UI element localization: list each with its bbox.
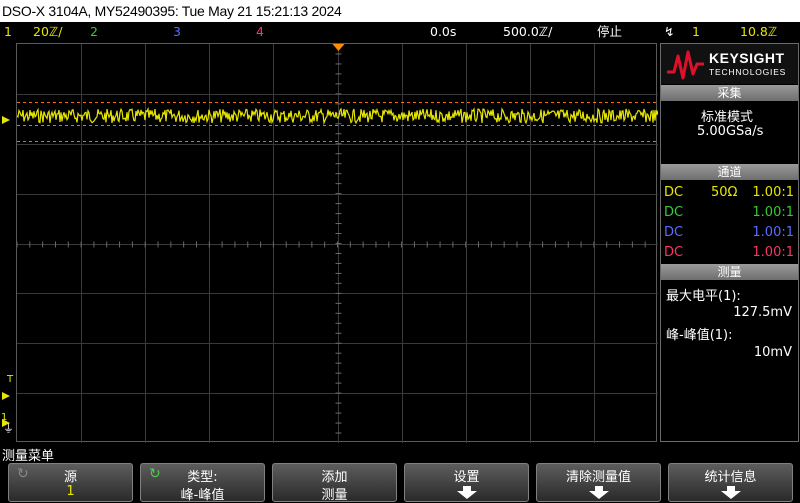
waveform-display[interactable] — [16, 43, 658, 443]
down-arrow-icon — [720, 486, 741, 499]
trigger-level-marker — [2, 392, 10, 400]
softkey-add-measurement[interactable]: 添加 测量 — [272, 463, 397, 503]
left-markers: T 1 ⏚ — [0, 40, 16, 444]
softkey-label: 清除测量值 — [565, 470, 631, 485]
channel-1-probe: 1.00:1 — [752, 185, 794, 200]
ch1-waveform-trace — [17, 106, 658, 125]
ch1-scale[interactable]: 20ℤ/ — [33, 22, 62, 41]
ch2-number[interactable]: 2 — [90, 22, 98, 41]
trigger-level[interactable]: 10.8ℤ — [740, 22, 777, 41]
channel-2-probe: 1.00:1 — [752, 205, 794, 220]
side-panel: KEYSIGHT TECHNOLOGIES 采集 标准模式 5.00GSa/s … — [660, 43, 799, 442]
measure-1-value: 127.5mV — [733, 305, 792, 320]
keysight-logo: KEYSIGHT TECHNOLOGIES — [661, 44, 798, 84]
logo-subtext: TECHNOLOGIES — [709, 67, 787, 77]
softkey-source[interactable]: 源 1 ↻ — [8, 463, 133, 502]
measure-2-label: 峰-峰值(1): — [666, 328, 733, 343]
measure-2-value: 10mV — [753, 345, 792, 360]
down-arrow-icon — [588, 486, 609, 499]
trigger-position-marker — [332, 44, 345, 51]
channel-4-coupling: DC — [664, 245, 684, 260]
trigger-edge-icon: ↯ — [664, 24, 675, 39]
status-bar: 1 20ℤ/ 2 3 4 0.0s 500.0ℤ/ 停止 ↯ 1 10.8ℤ — [0, 22, 800, 41]
ch3-number[interactable]: 3 — [173, 22, 181, 41]
measure-header: 测量 — [661, 264, 798, 280]
ground-icon: ⏚ — [3, 422, 14, 435]
softkey-statistics[interactable]: 统计信息 — [668, 463, 793, 502]
logo-text: KEYSIGHT — [709, 50, 785, 66]
channel-1-coupling: DC — [664, 185, 684, 200]
keysight-wave-icon — [667, 50, 704, 80]
softkey-label: 添加 — [321, 470, 348, 485]
softkey-settings[interactable]: 设置 — [404, 463, 529, 502]
channel-3-coupling: DC — [664, 225, 684, 240]
channel-2-coupling: DC — [664, 205, 684, 220]
channel-3-probe: 1.00:1 — [752, 225, 794, 240]
time-scale[interactable]: 500.0ℤ/ — [503, 22, 552, 41]
softkey-label: 统计信息 — [704, 470, 757, 485]
window-title: DSO-X 3104A, MY52490395: Tue May 21 15:2… — [0, 0, 800, 22]
softkey-type[interactable]: 类型: 峰-峰值 ↻ — [140, 463, 265, 503]
trigger-marker-label: T — [7, 374, 14, 385]
measure-1-label: 最大电平(1): — [666, 289, 741, 304]
ch1-number[interactable]: 1 — [4, 22, 12, 41]
trigger-channel[interactable]: 1 — [692, 22, 700, 41]
channels-header: 通道 — [661, 164, 798, 180]
graticule — [17, 44, 658, 443]
down-arrow-icon — [456, 486, 477, 499]
run-state: 停止 — [597, 24, 623, 39]
acquisition-header: 采集 — [661, 85, 798, 101]
softkey-value: 峰-峰值 — [180, 488, 225, 503]
rotary-knob-icon: ↻ — [17, 466, 29, 482]
channel-4-probe: 1.00:1 — [752, 245, 794, 260]
channel-1-impedance: 50Ω — [711, 185, 738, 200]
menu-title: 测量菜单 — [2, 449, 55, 464]
ch4-number[interactable]: 4 — [256, 22, 264, 41]
softkey-value: 测量 — [321, 488, 348, 503]
ch1-position-marker — [2, 116, 10, 124]
rotary-knob-icon: ↻ — [149, 466, 161, 482]
acquisition-mode: 标准模式 — [701, 110, 754, 125]
softkey-value: 1 — [66, 484, 75, 499]
softkey-label: 设置 — [453, 470, 480, 485]
sample-rate: 5.00GSa/s — [697, 124, 764, 139]
softkey-clear-measurements[interactable]: 清除测量值 — [536, 463, 661, 502]
time-offset[interactable]: 0.0s — [430, 22, 456, 41]
